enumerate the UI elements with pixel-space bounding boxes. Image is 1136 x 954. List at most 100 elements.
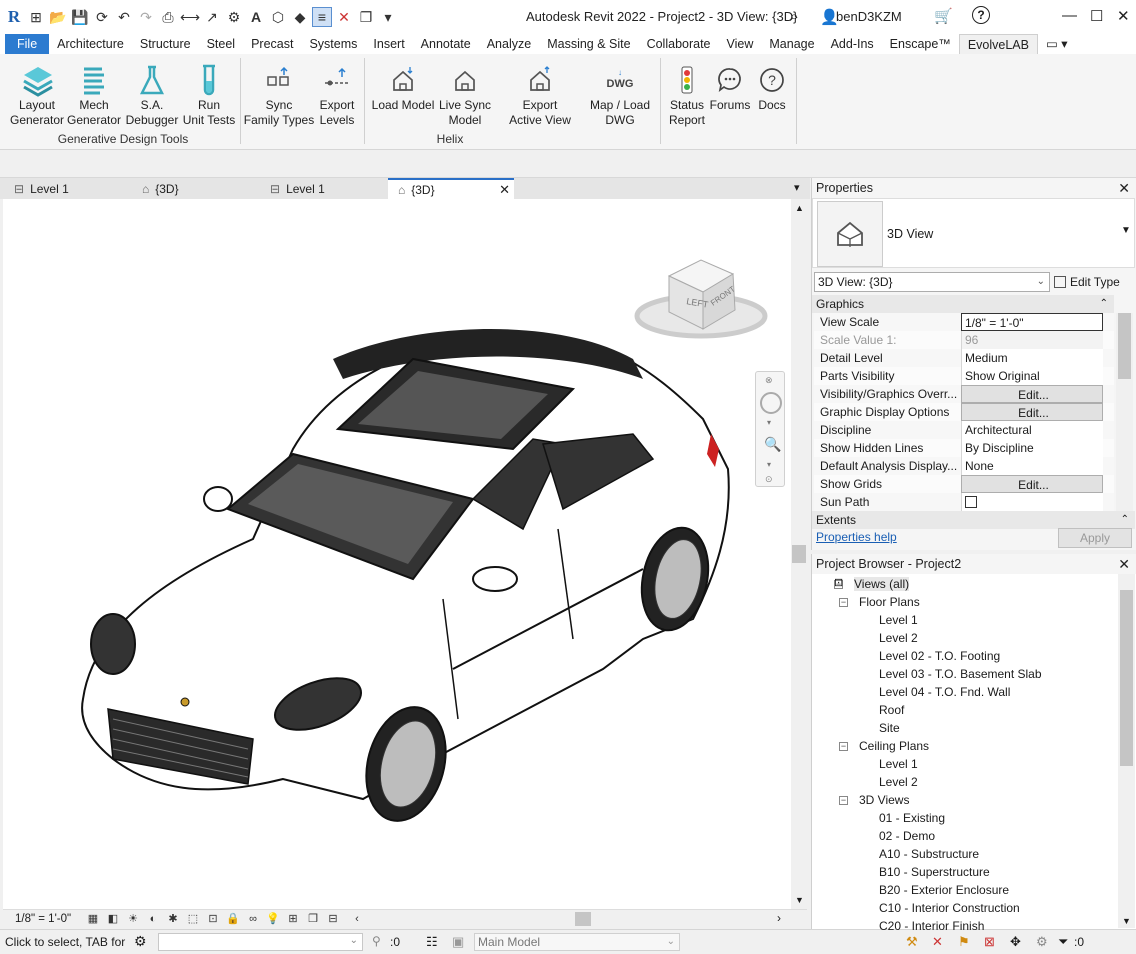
visual-style-icon[interactable]: ◧	[103, 912, 123, 926]
default-3d-view-icon[interactable]: ⬡	[268, 7, 288, 27]
menu-tab[interactable]: Annotate	[413, 34, 479, 54]
revit-logo-icon[interactable]: R	[4, 7, 24, 27]
sync-family-types-button[interactable]: Sync Family Types	[242, 62, 316, 128]
menu-tab[interactable]: Precast	[243, 34, 301, 54]
redo-icon[interactable]: ↷	[136, 7, 156, 27]
sun-path-checkbox[interactable]	[965, 496, 977, 508]
close-icon[interactable]: ✕	[1118, 178, 1130, 198]
minimize-icon[interactable]: —	[1062, 7, 1077, 24]
open-icon[interactable]: 📂	[48, 7, 68, 27]
menu-tab[interactable]: Massing & Site	[539, 34, 638, 54]
property-value[interactable]: Edit...	[961, 475, 1103, 493]
scroll-left-icon[interactable]: ‹	[347, 912, 367, 926]
text-icon[interactable]: A	[246, 7, 266, 27]
apply-button[interactable]: Apply	[1058, 528, 1132, 548]
tree-root-views[interactable]: Views (all)	[854, 577, 910, 591]
property-value[interactable]: Show Original	[961, 367, 1103, 385]
background-process-icon[interactable]: ⚙	[1036, 934, 1048, 950]
type-selector[interactable]: 3D View ▼	[812, 198, 1135, 268]
property-value[interactable]: None	[961, 457, 1103, 475]
export-levels-button[interactable]: Export Levels	[314, 62, 360, 128]
tree-item[interactable]: 02 - Demo	[879, 829, 935, 843]
temp-hide-icon[interactable]: ∞	[243, 912, 263, 926]
chevron-down-icon[interactable]: ▼	[1121, 225, 1131, 236]
menu-tab[interactable]: Collaborate	[639, 34, 719, 54]
property-value[interactable]	[961, 493, 1103, 511]
map-load-dwg-button[interactable]: ↓ DWG Map / Load DWG	[584, 62, 656, 128]
tree-item[interactable]: 01 - Existing	[879, 811, 945, 825]
menu-tab[interactable]: Structure	[132, 34, 199, 54]
nav-close-icon[interactable]: ⊗	[765, 375, 773, 386]
tree-group[interactable]: 3D Views	[859, 793, 909, 807]
load-model-button[interactable]: Load Model	[366, 62, 440, 113]
view-tab[interactable]: ⌂ {3D} ✕	[388, 178, 514, 199]
scroll-right-icon[interactable]: ›	[777, 911, 781, 925]
section-icon[interactable]: ◆	[290, 7, 310, 27]
temp-view-properties-icon[interactable]: ❐	[303, 912, 323, 926]
editable-only-icon[interactable]: ⚲	[372, 934, 381, 948]
cart-icon[interactable]: 🛒	[934, 7, 953, 25]
status-report-button[interactable]: Status Report	[664, 62, 710, 128]
menu-tab[interactable]: Enscape™	[882, 34, 959, 54]
property-value[interactable]: Medium	[961, 349, 1103, 367]
user-name[interactable]: benD3KZM	[836, 9, 902, 24]
tree-item[interactable]: Level 04 - T.O. Fnd. Wall	[879, 685, 1010, 699]
help-icon[interactable]: ?	[972, 6, 990, 24]
tree-item[interactable]: Level 1	[879, 613, 918, 627]
drawing-area[interactable]: LEFT FRONT ⊗ ▾ 🔍 ▾ ⊙	[3, 199, 791, 909]
tree-item[interactable]: C20 - Interior Finish	[879, 919, 984, 933]
zoom-dropdown-icon[interactable]: ▾	[767, 460, 771, 469]
properties-help-link[interactable]: Properties help	[816, 530, 897, 544]
render-icon[interactable]: ✱	[163, 912, 183, 926]
properties-scrollbar[interactable]	[1116, 313, 1133, 511]
tree-collapse-icon[interactable]: −	[839, 598, 848, 607]
undo-icon[interactable]: ↶	[114, 7, 134, 27]
view-tab[interactable]: ⊟ Level 1	[260, 178, 386, 199]
edit-type-button[interactable]: Edit Type	[1054, 272, 1136, 292]
tree-item[interactable]: Site	[879, 721, 900, 735]
nav-options-icon[interactable]: ⊙	[765, 474, 773, 485]
crop-view-icon[interactable]: ⬚	[183, 912, 203, 926]
live-sync-model-button[interactable]: Live Sync Model	[436, 62, 494, 128]
detail-level-icon[interactable]: ▦	[83, 912, 103, 926]
menu-tab[interactable]: Steel	[199, 34, 244, 54]
docs-button[interactable]: ? Docs	[752, 62, 792, 113]
nav-dropdown-icon[interactable]: ▾	[767, 418, 771, 427]
forums-button[interactable]: Forums	[708, 62, 752, 113]
tag-icon[interactable]: ⚙	[224, 7, 244, 27]
show-crop-icon[interactable]: ⊡	[203, 912, 223, 926]
select-underlay-icon[interactable]: ✕	[932, 934, 943, 950]
property-value[interactable]: 96	[961, 331, 1103, 349]
tree-item[interactable]: Level 1	[879, 757, 918, 771]
sun-path-icon[interactable]: ☀	[123, 912, 143, 926]
scroll-down-icon[interactable]: ▼	[795, 895, 804, 905]
close-window-icon[interactable]: ✕	[1117, 7, 1130, 25]
tree-item[interactable]: Level 02 - T.O. Footing	[879, 649, 1000, 663]
scroll-down-icon[interactable]: ▼	[1122, 916, 1131, 926]
tab-overflow-icon[interactable]: ▾	[794, 181, 800, 194]
print-icon[interactable]: ⎙	[158, 7, 178, 27]
scroll-thumb[interactable]	[1118, 313, 1131, 379]
close-icon[interactable]: ✕	[1118, 554, 1130, 574]
select-by-face-icon[interactable]: ⊠	[984, 934, 995, 950]
close-tab-icon[interactable]: ✕	[499, 182, 510, 198]
tree-item[interactable]: A10 - Substructure	[879, 847, 979, 861]
run-unit-tests-button[interactable]: Run Unit Tests	[180, 62, 238, 128]
tree-item[interactable]: Level 2	[879, 775, 918, 789]
worksharing-icon[interactable]: ⊞	[283, 912, 303, 926]
graphics-group-header[interactable]: Graphics ⌃	[812, 295, 1114, 313]
extents-group-header[interactable]: Extents ⌃	[812, 511, 1135, 529]
dimension-icon[interactable]: ↗	[202, 7, 222, 27]
view-vertical-scrollbar[interactable]: ▲ ▼	[791, 199, 807, 909]
property-value[interactable]: Edit...	[961, 385, 1103, 403]
customize-qat-icon[interactable]: ▾	[378, 7, 398, 27]
export-active-view-button[interactable]: Export Active View	[504, 62, 576, 128]
sync-icon[interactable]: ⟳	[92, 7, 112, 27]
tree-item[interactable]: Roof	[879, 703, 904, 717]
menu-tab[interactable]: Analyze	[479, 34, 539, 54]
switch-windows-icon[interactable]: ❐	[356, 7, 376, 27]
workset-dropdown[interactable]: ⌄	[158, 933, 363, 951]
maximize-icon[interactable]: ☐	[1090, 7, 1103, 25]
scroll-up-icon[interactable]: ▲	[795, 203, 804, 213]
property-value[interactable]: By Discipline	[961, 439, 1103, 457]
